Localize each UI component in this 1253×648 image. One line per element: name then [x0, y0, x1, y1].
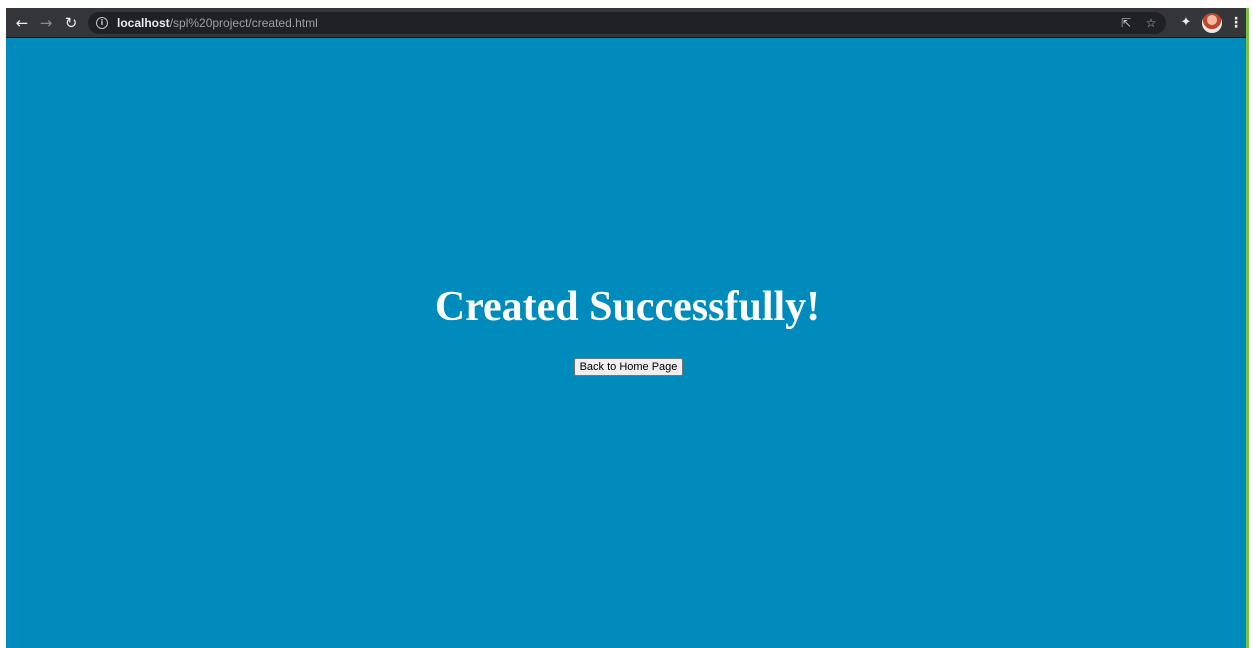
share-icon[interactable]: ⇱ [1118, 15, 1134, 31]
star-icon[interactable]: ☆ [1143, 15, 1159, 31]
url-host: localhost [117, 16, 170, 30]
browser-window: ← → ↻ i localhost/spl%20project/created.… [6, 8, 1249, 648]
back-to-home-button[interactable]: Back to Home Page [574, 358, 683, 376]
reload-icon[interactable]: ↻ [61, 13, 81, 33]
browser-toolbar: ← → ↻ i localhost/spl%20project/created.… [6, 8, 1246, 38]
page-title: Created Successfully! [434, 284, 821, 330]
forward-arrow-icon[interactable]: → [36, 13, 56, 33]
kebab-menu-icon[interactable]: ⋮ [1226, 13, 1246, 33]
page-content: Created Successfully! Back to Home Page [6, 38, 1246, 648]
url-text[interactable]: localhost/spl%20project/created.html [117, 16, 318, 30]
back-arrow-icon[interactable]: ← [12, 13, 32, 33]
puzzle-icon[interactable]: ✦ [1176, 13, 1196, 33]
avatar[interactable] [1202, 13, 1222, 33]
url-path: /spl%20project/created.html [169, 16, 318, 30]
address-bar[interactable]: i localhost/spl%20project/created.html ⇱… [88, 12, 1166, 34]
info-icon[interactable]: i [96, 17, 108, 29]
